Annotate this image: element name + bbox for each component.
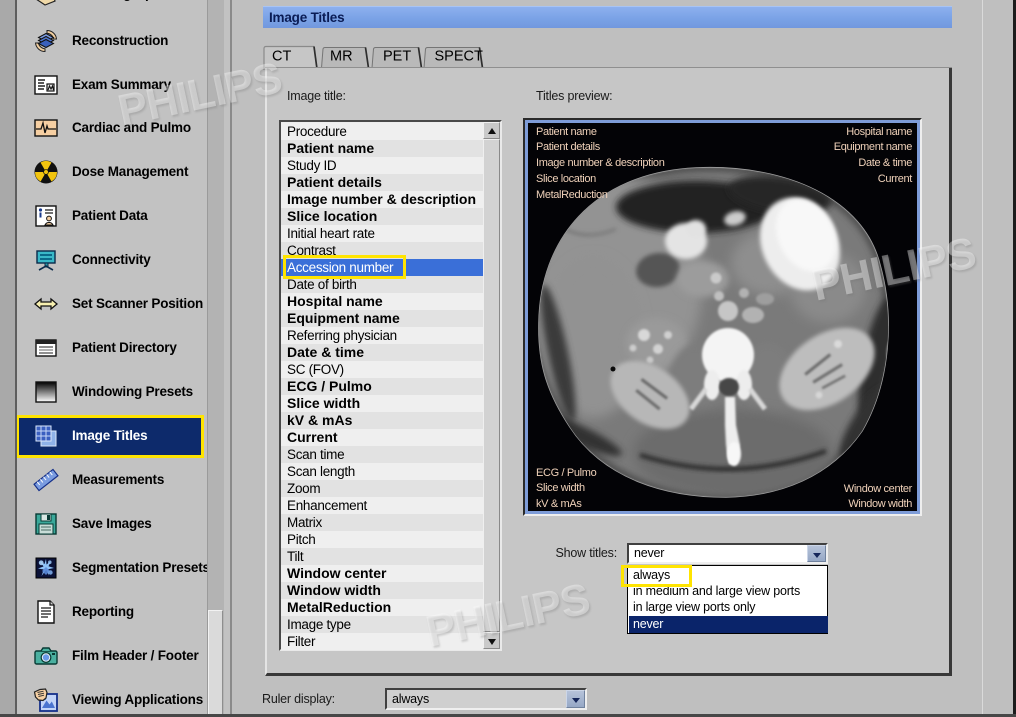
svg-text:MR: MR — [330, 49, 353, 65]
svg-text:PET: PET — [383, 49, 411, 65]
svg-text:SPECT: SPECT — [435, 49, 483, 65]
